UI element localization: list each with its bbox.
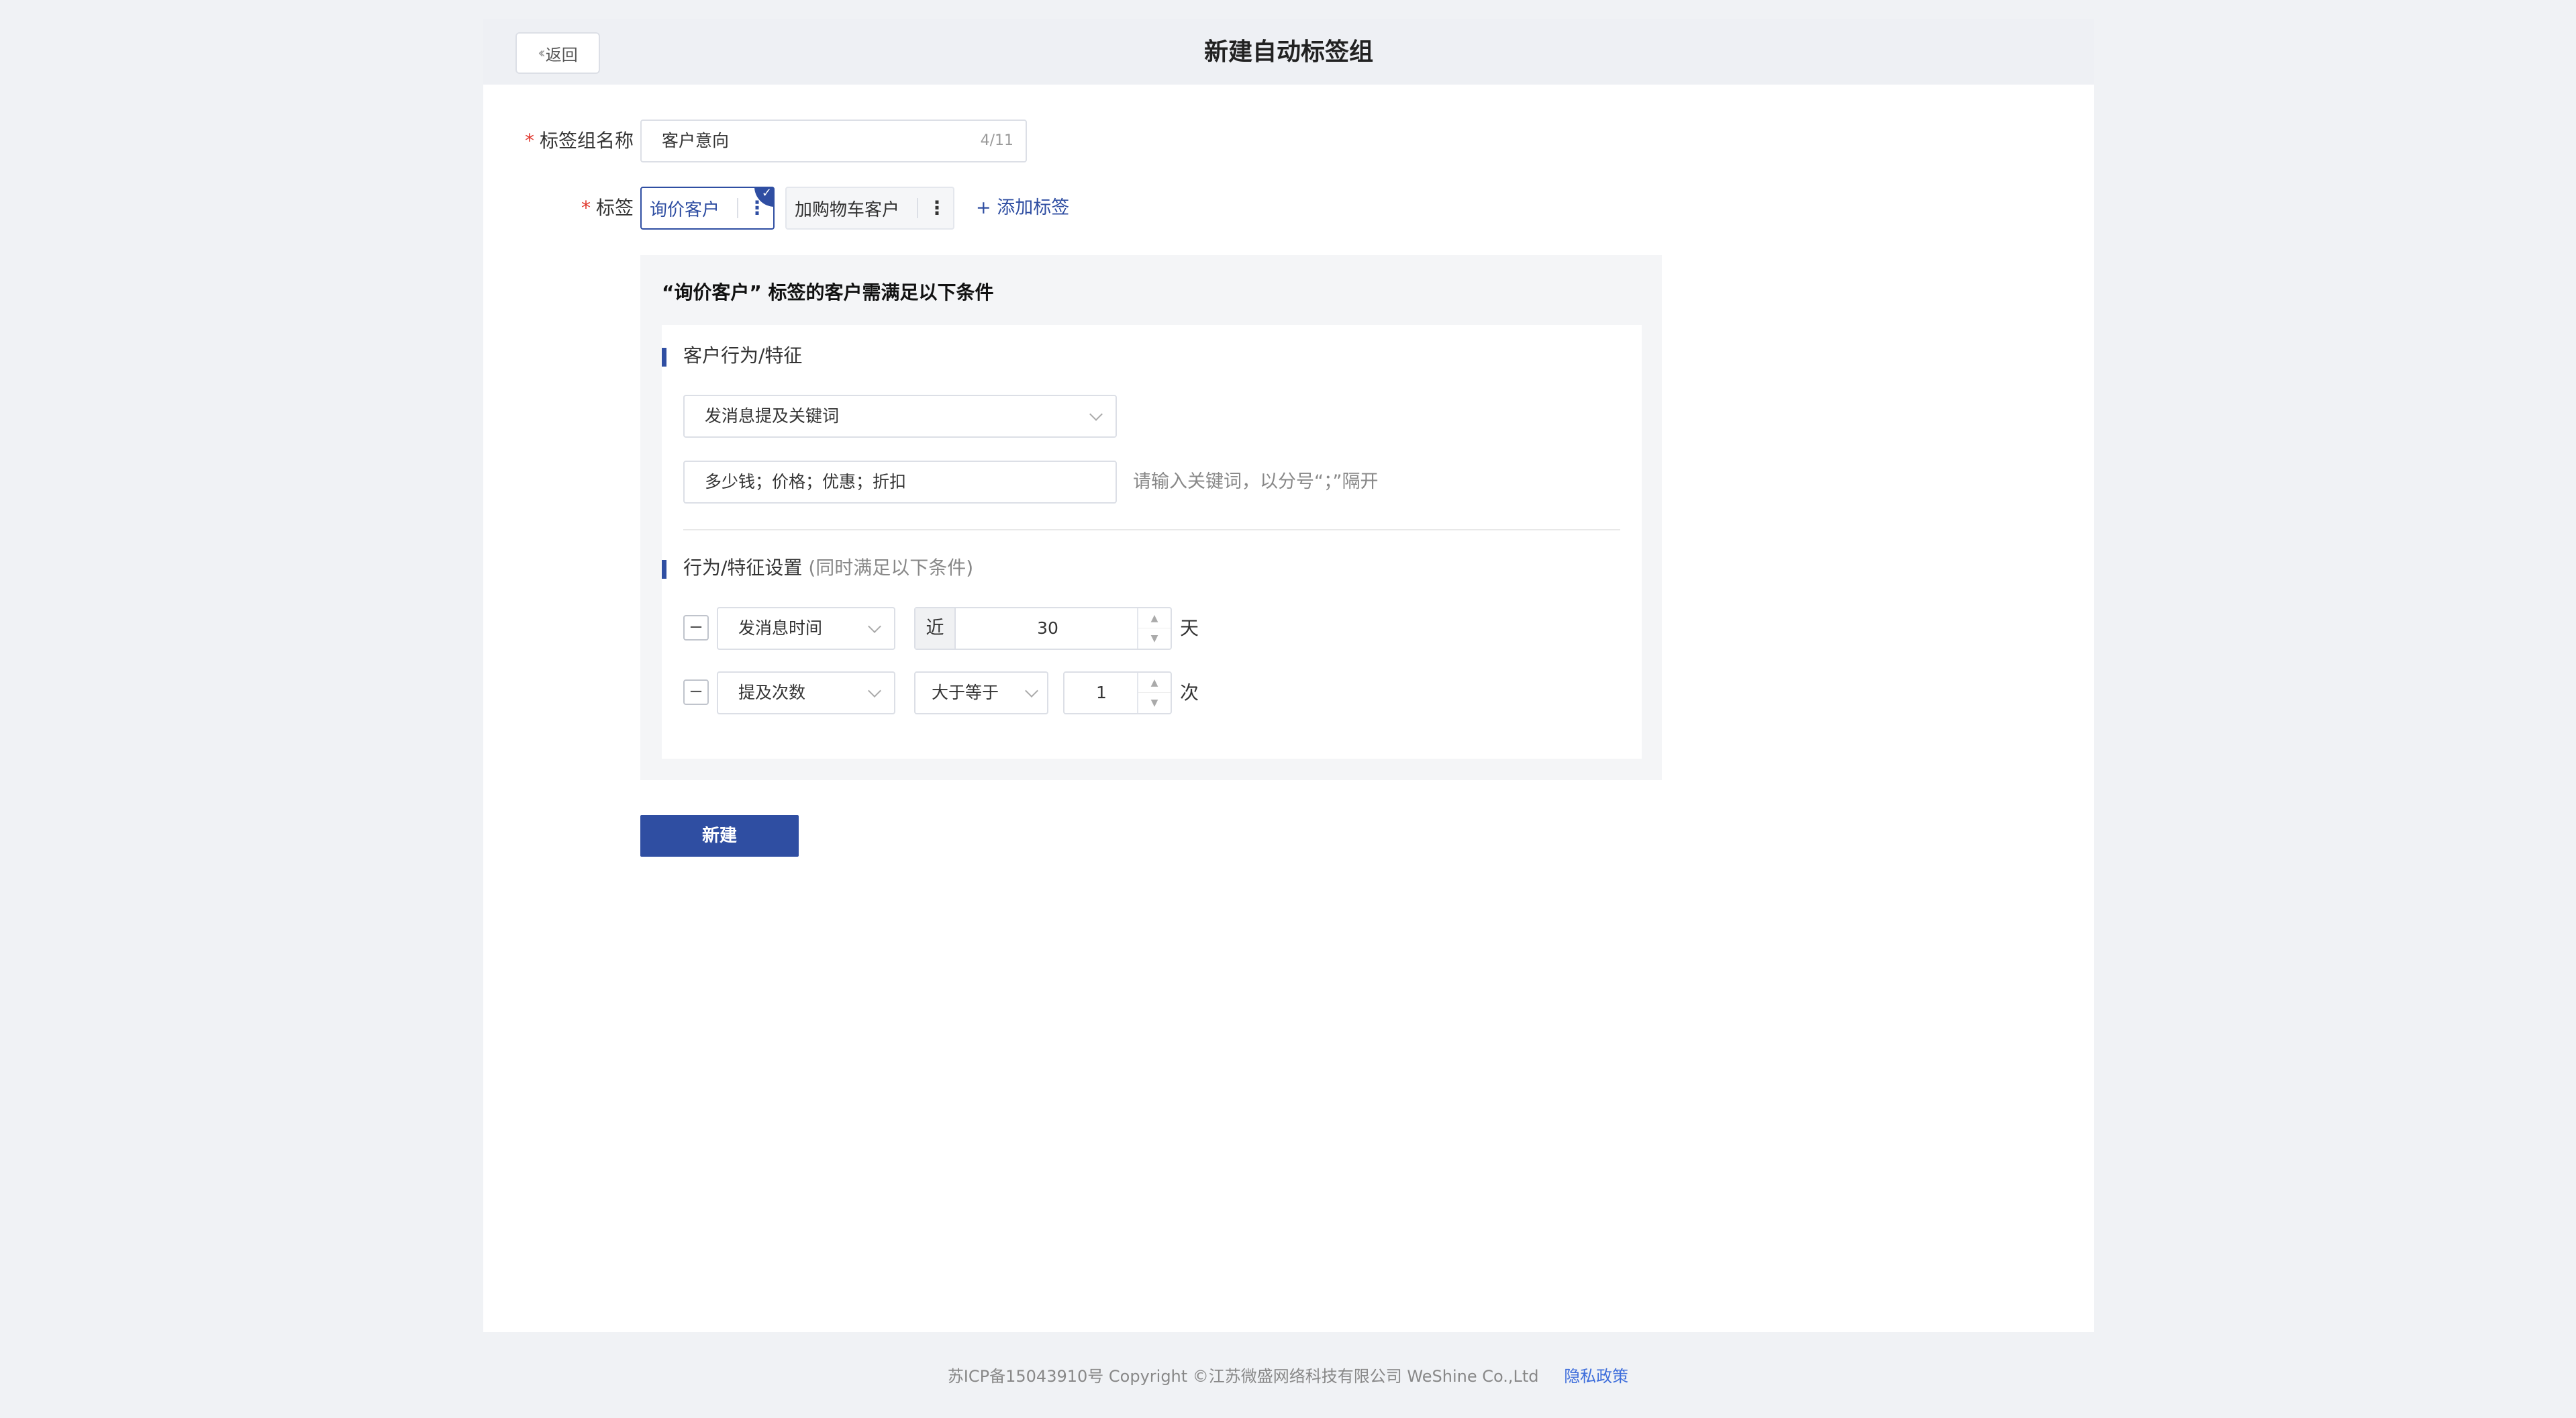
tag-label: 加购物车客户: [795, 199, 900, 220]
condition-field-value: 提及次数: [738, 683, 806, 702]
remove-condition-button[interactable]: −: [683, 615, 709, 641]
group-name-value: 客户意向: [662, 131, 730, 150]
settings-section-hint: (同时满足以下条件): [808, 557, 974, 579]
behavior-select[interactable]: 发消息提及关键词: [683, 395, 1117, 438]
copyright-text: 苏ICP备15043910号 Copyright ©江苏微盛网络科技有限公司 W…: [947, 1367, 1539, 1386]
main-panel: ‹‹ 返回 新建自动标签组 * 标签组名称 客户意向 4/11 * 标签 询价客户 …: [483, 19, 2094, 1332]
operator-select[interactable]: 大于等于: [914, 671, 1048, 714]
create-button[interactable]: 新建: [640, 815, 799, 857]
keywords-hint: 请输入关键词，以分号“；”隔开: [1133, 471, 1379, 492]
mention-count-input[interactable]: 1 ▲ ▼: [1063, 671, 1172, 714]
page-header: ‹‹ 返回 新建自动标签组: [483, 19, 2094, 85]
remove-condition-button[interactable]: −: [683, 679, 709, 705]
spinner-down-icon[interactable]: ▼: [1138, 628, 1171, 649]
mention-count-value: 1: [1096, 683, 1107, 702]
tag-label: 询价客户: [650, 199, 720, 220]
footer: 苏ICP备15043910号 Copyright ©江苏微盛网络科技有限公司 W…: [0, 1363, 2576, 1390]
privacy-policy-link[interactable]: 隐私政策: [1564, 1367, 1628, 1386]
more-vertical-icon[interactable]: ⋮: [928, 199, 946, 218]
condition-field-select[interactable]: 提及次数: [717, 671, 895, 714]
number-spinner: ▲ ▼: [1137, 608, 1171, 649]
chevron-down-icon: [1089, 408, 1103, 421]
page-title: 新建自动标签组: [1203, 38, 1373, 66]
keywords-input[interactable]: 多少钱；价格；优惠；折扣: [683, 461, 1117, 504]
tags-label: * 标签: [581, 197, 634, 219]
chevron-down-icon: [1025, 684, 1038, 698]
tag-item-inquiry[interactable]: 询价客户 ⋮ ✓: [640, 187, 775, 230]
spinner-down-icon[interactable]: ▼: [1138, 693, 1171, 713]
chevron-down-icon: [868, 620, 881, 633]
keywords-value: 多少钱；价格；优惠；折扣: [705, 472, 907, 491]
required-mark: *: [524, 130, 534, 152]
recent-days-input[interactable]: 近 30 ▲ ▼: [914, 607, 1172, 650]
group-name-label: * 标签组名称: [524, 130, 634, 152]
char-count: 4/11: [980, 132, 1013, 149]
spinner-up-icon[interactable]: ▲: [1138, 673, 1171, 693]
behavior-section-title: 客户行为/特征: [662, 342, 802, 369]
recent-days-value: 30: [1037, 618, 1058, 638]
condition-panel: “询价客户” 标签的客户需满足以下条件 客户行为/特征 发消息提及关键词 多少钱…: [640, 255, 1662, 780]
tag-separator: [737, 198, 738, 218]
times-unit: 次: [1180, 681, 1199, 704]
behavior-select-value: 发消息提及关键词: [705, 406, 840, 426]
days-unit: 天: [1180, 617, 1199, 639]
spinner-up-icon[interactable]: ▲: [1138, 608, 1171, 628]
number-spinner: ▲ ▼: [1137, 673, 1171, 713]
chevron-down-icon: [868, 684, 881, 698]
add-tag-link[interactable]: + 添加标签: [976, 195, 1069, 222]
condition-title: “询价客户” 标签的客户需满足以下条件: [662, 281, 994, 303]
group-name-input[interactable]: 客户意向 4/11: [640, 120, 1027, 162]
settings-section-title: 行为/特征设置 (同时满足以下条件): [662, 555, 973, 581]
condition-field-select[interactable]: 发消息时间: [717, 607, 895, 650]
condition-content: 客户行为/特征 发消息提及关键词 多少钱；价格；优惠；折扣 请输入关键词，以分号…: [662, 325, 1642, 759]
operator-value: 大于等于: [932, 683, 999, 702]
tag-item-cart[interactable]: 加购物车客户 ⋮: [785, 187, 954, 230]
section-divider: [683, 529, 1620, 530]
condition-field-value: 发消息时间: [738, 618, 823, 638]
tag-separator: [917, 198, 918, 218]
recent-prefix: 近: [915, 608, 956, 649]
required-mark: *: [581, 197, 591, 219]
